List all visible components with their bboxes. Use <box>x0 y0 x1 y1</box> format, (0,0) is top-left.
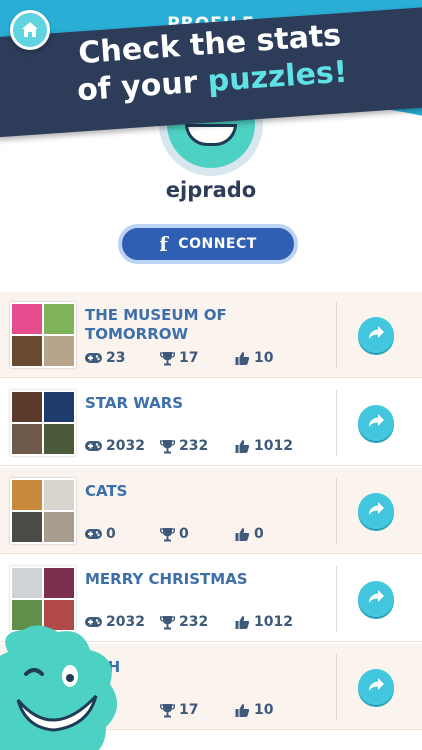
share-button[interactable] <box>358 581 394 617</box>
stat-likes: 1012 <box>235 614 310 630</box>
stat-value: 23 <box>106 350 126 366</box>
home-icon <box>22 22 38 37</box>
gamepad-icon <box>85 528 102 540</box>
share-arrow-icon <box>367 501 385 521</box>
stat-value: 10 <box>254 350 274 366</box>
connect-label: CONNECT <box>178 236 257 252</box>
thumbs-up-icon <box>235 703 250 718</box>
share-arrow-icon <box>367 589 385 609</box>
trophy-icon <box>160 615 175 630</box>
stat-value: 2032 <box>106 438 145 454</box>
row-divider <box>336 478 337 544</box>
stat-value: 1012 <box>254 438 293 454</box>
trophy-icon <box>160 703 175 718</box>
puzzle-thumbnail <box>10 478 76 544</box>
trophy-icon <box>160 439 175 454</box>
thumbnail-tile <box>44 480 74 510</box>
thumbnail-tile <box>12 480 42 510</box>
puzzle-row[interactable]: CATS 0 0 0 <box>0 468 422 554</box>
thumbnail-tile <box>44 568 74 598</box>
thumbnail-tile <box>12 568 42 598</box>
share-button[interactable] <box>358 405 394 441</box>
stat-likes: 0 <box>235 526 310 542</box>
puzzle-title: THE MUSEUM OF TOMORROW <box>85 306 227 343</box>
thumbnail-tile <box>12 392 42 422</box>
stat-value: 232 <box>179 614 209 630</box>
puzzle-stats: 23 17 10 <box>85 350 310 366</box>
gamepad-icon <box>85 440 102 452</box>
stat-plays: 23 <box>85 350 160 366</box>
puzzle-thumbnail <box>10 302 76 368</box>
thumbs-up-icon <box>235 615 250 630</box>
thumbnail-tile <box>44 304 74 334</box>
stat-value: 0 <box>179 526 189 542</box>
row-divider <box>336 654 337 720</box>
thumbnail-tile <box>12 304 42 334</box>
puzzle-row[interactable]: THE MUSEUM OF TOMORROW 23 17 10 <box>0 292 422 378</box>
thumbs-up-icon <box>235 439 250 454</box>
stat-value: 1012 <box>254 614 293 630</box>
stat-value: 232 <box>179 438 209 454</box>
thumbnail-tile <box>44 424 74 454</box>
puzzle-title: CATS <box>85 482 128 500</box>
stat-value: 0 <box>106 526 116 542</box>
thumbnail-tile <box>12 512 42 542</box>
stat-plays: 2032 <box>85 438 160 454</box>
share-arrow-icon <box>367 325 385 345</box>
thumbs-up-icon <box>235 351 250 366</box>
row-divider <box>336 302 337 368</box>
puzzle-title: MERRY CHRISTMAS <box>85 570 248 588</box>
stat-trophies: 17 <box>160 350 235 366</box>
trophy-icon <box>160 527 175 542</box>
username: ejprado <box>165 178 257 202</box>
row-divider <box>336 390 337 456</box>
stat-value: 0 <box>254 526 264 542</box>
stat-trophies: 17 <box>160 702 235 718</box>
facebook-icon: f <box>159 232 169 256</box>
row-divider <box>336 566 337 632</box>
stat-value: 17 <box>179 350 199 366</box>
share-button[interactable] <box>358 669 394 705</box>
thumbs-up-icon <box>235 527 250 542</box>
stat-value: 10 <box>254 702 274 718</box>
stat-trophies: 232 <box>160 438 235 454</box>
stat-likes: 1012 <box>235 438 310 454</box>
thumbnail-tile <box>44 336 74 366</box>
share-arrow-icon <box>367 677 385 697</box>
share-arrow-icon <box>367 413 385 433</box>
share-button[interactable] <box>358 493 394 529</box>
thumbnail-tile <box>44 392 74 422</box>
stat-trophies: 232 <box>160 614 235 630</box>
thumbnail-tile <box>12 336 42 366</box>
share-button[interactable] <box>358 317 394 353</box>
mascot-icon <box>0 625 117 750</box>
trophy-icon <box>160 351 175 366</box>
thumbnail-tile <box>12 424 42 454</box>
stat-likes: 10 <box>235 350 310 366</box>
puzzle-stats: 2032 232 1012 <box>85 438 310 454</box>
stat-trophies: 0 <box>160 526 235 542</box>
gamepad-icon <box>85 352 102 364</box>
stat-plays: 0 <box>85 526 160 542</box>
stat-value: 17 <box>179 702 199 718</box>
puzzle-thumbnail <box>10 390 76 456</box>
facebook-connect-button[interactable]: f CONNECT <box>118 224 298 264</box>
puzzle-row[interactable]: STAR WARS 2032 232 1012 <box>0 380 422 466</box>
puzzle-title: STAR WARS <box>85 394 184 412</box>
stat-likes: 10 <box>235 702 310 718</box>
thumbnail-tile <box>44 512 74 542</box>
puzzle-stats: 0 0 0 <box>85 526 310 542</box>
